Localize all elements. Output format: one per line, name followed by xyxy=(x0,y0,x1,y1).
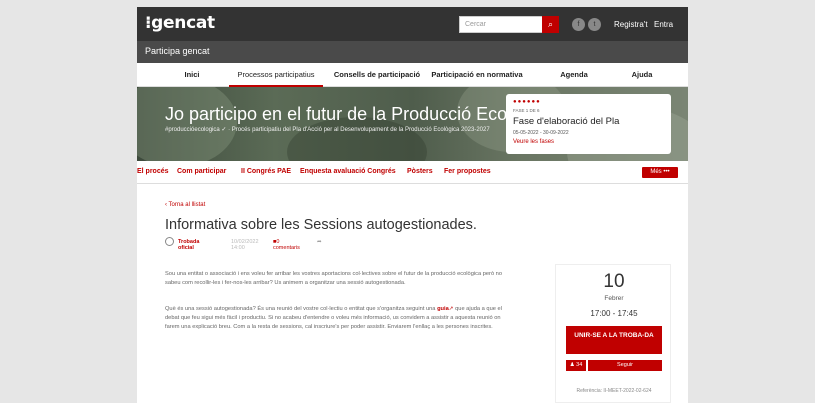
site-title[interactable]: Participa gencat xyxy=(145,46,210,56)
main-nav: Inici Processos participatius Consells d… xyxy=(137,63,688,87)
phase-card: ●●●●●● FASE 1 DE 6 Fase d'elaboració del… xyxy=(506,94,671,154)
process-title: Jo participo en el futur de la Producció… xyxy=(165,104,555,124)
subnav-item-posters[interactable]: Pòsters xyxy=(407,161,433,183)
join-meeting-button[interactable]: UNIR-SE A LA TROBA-DA xyxy=(566,326,662,354)
process-subtitle: #produccióecologica ✓ · Procés participa… xyxy=(165,127,490,133)
nav-item-consells[interactable]: Consells de participació xyxy=(332,63,422,87)
comments-link[interactable]: ■0 comentaris xyxy=(273,239,300,251)
subnav-item-proces[interactable]: El procés xyxy=(137,161,169,183)
avatar xyxy=(165,237,174,246)
process-hero: Jo participo en el futur de la Producció… xyxy=(137,87,688,161)
event-day: 10 xyxy=(603,271,625,292)
meeting-description-2: Què és una sessió autogestionada? És una… xyxy=(165,305,513,332)
event-time: 17:00 - 17:45 xyxy=(590,309,638,318)
nav-item-ajuda[interactable]: Ajuda xyxy=(612,63,672,87)
social-icon[interactable]: t xyxy=(588,18,601,31)
meeting-description-1: Sou una entitat o associació i ens voleu… xyxy=(165,271,503,286)
page: ⁝gencat Cercar ⌕ f t Registra't Entra Pa… xyxy=(0,0,815,403)
share-icon[interactable]: ➦ xyxy=(317,239,322,245)
subnav-item-enquesta[interactable]: Enquesta avaluació Congrés xyxy=(300,161,396,183)
logo-text: gencat xyxy=(151,13,215,33)
phase-number: FASE 1 DE 6 xyxy=(513,108,540,113)
search-icon[interactable]: ⌕ xyxy=(542,16,559,33)
meeting-title: Informativa sobre les Sessions autogesti… xyxy=(165,217,477,233)
phase-name: Fase d'elaboració del Pla xyxy=(513,116,620,127)
followers-number: 34 xyxy=(576,362,583,368)
author-link[interactable]: Trobada oficial xyxy=(178,239,199,251)
search-input[interactable]: Cercar xyxy=(459,16,543,33)
user-icon: ♟ xyxy=(569,362,575,368)
followers-count: ♟ 34 xyxy=(566,360,586,371)
follow-button[interactable]: Seguir xyxy=(588,360,662,371)
more-button[interactable]: Més ••• xyxy=(642,167,678,178)
social-icon[interactable]: f xyxy=(572,18,585,31)
login-link[interactable]: Entra xyxy=(654,20,673,29)
meeting-content: ‹ Torna al llistat Informativa sobre les… xyxy=(137,184,688,403)
event-month: Febrer xyxy=(604,295,624,302)
description-text: Què és una sessió autogestionada? És una… xyxy=(165,306,438,312)
back-to-list-link[interactable]: ‹ Torna al llistat xyxy=(165,202,205,208)
phase-dates: 05-05-2022 - 30-09-2022 xyxy=(513,130,569,136)
site-subheader: Participa gencat xyxy=(137,41,688,63)
event-reference: Referència: II-MEET-2022-02-624 xyxy=(576,388,652,394)
nav-item-inici[interactable]: Inici xyxy=(167,63,217,87)
comments-count: 0 comentaris xyxy=(273,239,300,251)
top-bar: ⁝gencat Cercar ⌕ f t Registra't Entra xyxy=(137,7,688,41)
gencat-logo[interactable]: ⁝gencat xyxy=(145,13,215,33)
register-link[interactable]: Registra't xyxy=(614,20,648,29)
subnav-item-congres[interactable]: II Congrés PAE xyxy=(241,161,291,183)
phase-progress-dots: ●●●●●● xyxy=(513,99,541,105)
see-phases-link[interactable]: Veure les fases xyxy=(513,139,554,145)
subnav-item-propostes[interactable]: Fer propostes xyxy=(444,161,491,183)
subnav-item-com-participar[interactable]: Com participar xyxy=(177,161,226,183)
nav-item-normativa[interactable]: Participació en normativa xyxy=(427,63,527,87)
meeting-date: 10/02/2022 14:00 xyxy=(231,239,259,251)
process-subnav: El procés Com participar II Congrés PAE … xyxy=(137,161,688,184)
nav-item-processos[interactable]: Processos participatius xyxy=(229,63,323,87)
event-card: 10 Febrer 17:00 - 17:45 UNIR-SE A LA TRO… xyxy=(555,264,671,403)
nav-item-agenda[interactable]: Agenda xyxy=(544,63,604,87)
guide-link[interactable]: guia xyxy=(437,306,449,312)
